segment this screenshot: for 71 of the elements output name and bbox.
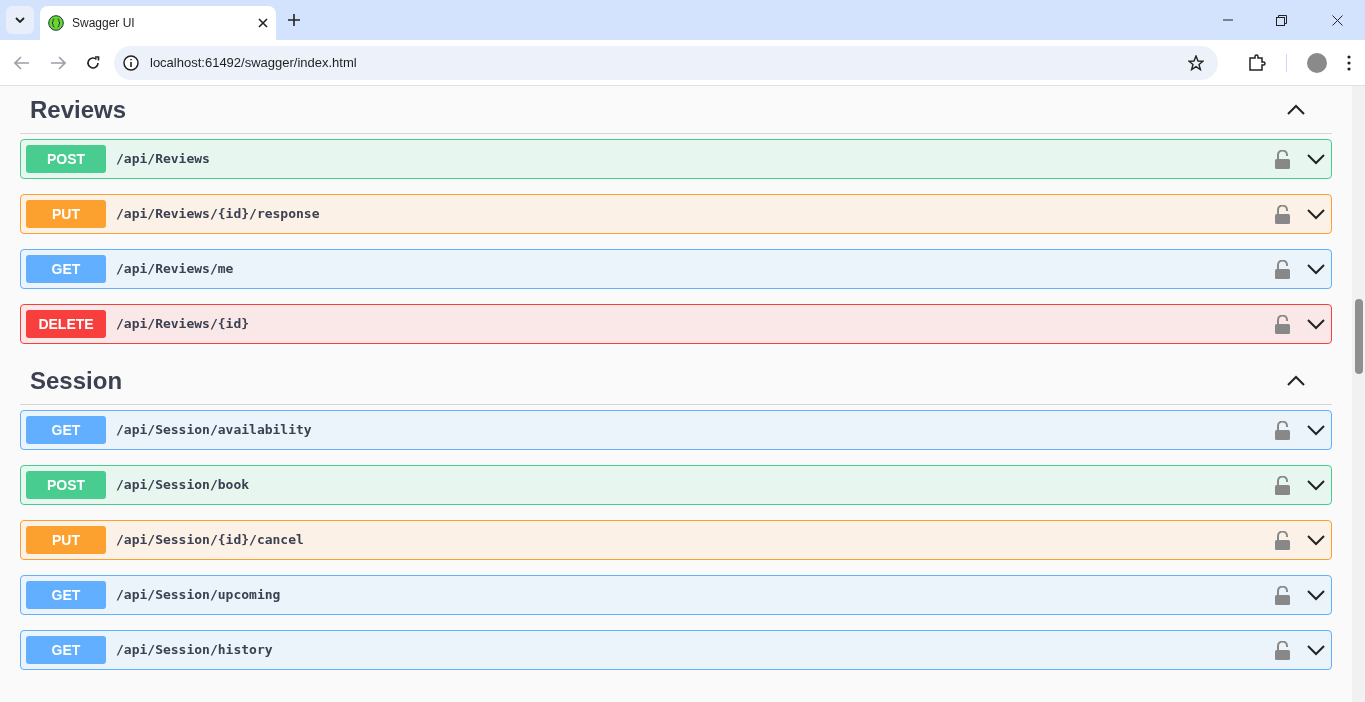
operation-row[interactable]: GET /api/Session/upcoming: [20, 575, 1332, 615]
caret-icon: [15, 17, 25, 23]
operation-row[interactable]: POST /api/Session/book: [20, 465, 1332, 505]
endpoint-path: /api/Reviews/{id}/response: [116, 205, 321, 224]
section-header[interactable]: Session: [20, 357, 1332, 405]
padlock-icon[interactable]: [1275, 259, 1290, 279]
padlock-icon[interactable]: [1275, 204, 1290, 224]
tab-title: Swagger UI: [72, 15, 136, 32]
expand-chevron-icon[interactable]: [1306, 263, 1326, 275]
padlock-icon[interactable]: [1275, 420, 1290, 440]
endpoint-path: /api/Reviews: [116, 150, 211, 169]
method-badge: POST: [26, 145, 106, 173]
operation-row[interactable]: GET /api/Session/history: [20, 630, 1332, 670]
address-bar[interactable]: localhost:61492/swagger/index.html: [114, 45, 1218, 80]
method-badge: GET: [26, 255, 106, 283]
section-header[interactable]: Reviews: [20, 86, 1332, 134]
padlock-icon[interactable]: [1275, 585, 1290, 605]
restore-icon[interactable]: [1276, 15, 1287, 26]
method-badge: PUT: [26, 526, 106, 554]
endpoint-path: /api/Session/book: [116, 476, 251, 495]
expand-chevron-icon[interactable]: [1306, 318, 1326, 330]
tab-list-button[interactable]: [6, 6, 34, 34]
operation-row[interactable]: PUT /api/Reviews/{id}/response: [20, 194, 1332, 234]
profile-avatar[interactable]: [1307, 52, 1327, 73]
expand-chevron-icon[interactable]: [1306, 479, 1326, 491]
forward-arrow-icon[interactable]: [50, 55, 66, 70]
new-tab-icon[interactable]: [288, 14, 300, 26]
operation-row[interactable]: DELETE /api/Reviews/{id}: [20, 304, 1332, 344]
browser-tab[interactable]: Swagger UI: [40, 6, 276, 40]
endpoint-path: /api/Session/{id}/cancel: [116, 531, 305, 550]
method-badge: GET: [26, 581, 106, 609]
method-badge: GET: [26, 636, 106, 664]
close-icon[interactable]: [1332, 15, 1343, 26]
endpoint-path: /api/Reviews/me: [116, 260, 235, 279]
star-icon[interactable]: [1188, 54, 1204, 71]
padlock-icon[interactable]: [1275, 530, 1290, 550]
scrollbar-thumb[interactable]: [1355, 299, 1363, 374]
padlock-icon[interactable]: [1275, 475, 1290, 495]
padlock-icon[interactable]: [1275, 149, 1290, 169]
swagger-logo-icon: [48, 15, 64, 31]
operation-row[interactable]: GET /api/Reviews/me: [20, 249, 1332, 289]
section-title: Reviews: [30, 94, 128, 125]
url-text: localhost:61492/swagger/index.html: [150, 53, 358, 72]
expand-chevron-icon[interactable]: [1306, 153, 1326, 165]
endpoint-path: /api/Reviews/{id}: [116, 315, 251, 334]
method-badge: DELETE: [26, 310, 106, 338]
operation-row[interactable]: PUT /api/Session/{id}/cancel: [20, 520, 1332, 560]
endpoint-path: /api/Session/availability: [116, 421, 313, 440]
endpoint-path: /api/Session/history: [116, 641, 274, 660]
back-arrow-icon[interactable]: [14, 55, 30, 70]
expand-chevron-icon[interactable]: [1306, 534, 1326, 546]
info-icon[interactable]: [122, 53, 140, 72]
extensions-icon[interactable]: [1248, 53, 1266, 72]
reload-icon[interactable]: [86, 55, 100, 70]
menu-icon[interactable]: [1347, 54, 1351, 71]
expand-chevron-icon[interactable]: [1306, 589, 1326, 601]
expand-chevron-icon[interactable]: [1306, 208, 1326, 220]
padlock-icon[interactable]: [1275, 640, 1290, 660]
section-title: Session: [30, 365, 124, 396]
operation-row[interactable]: POST /api/Reviews: [20, 139, 1332, 179]
method-badge: PUT: [26, 200, 106, 228]
operation-row[interactable]: GET /api/Session/availability: [20, 410, 1332, 450]
method-badge: GET: [26, 416, 106, 444]
expand-chevron-icon[interactable]: [1306, 644, 1326, 656]
endpoint-path: /api/Session/upcoming: [116, 586, 282, 605]
padlock-icon[interactable]: [1275, 314, 1290, 334]
expand-chevron-icon[interactable]: [1306, 424, 1326, 436]
method-badge: POST: [26, 471, 106, 499]
close-icon[interactable]: [258, 18, 268, 28]
collapse-chevron-icon[interactable]: [1286, 374, 1306, 387]
collapse-chevron-icon[interactable]: [1286, 103, 1306, 116]
